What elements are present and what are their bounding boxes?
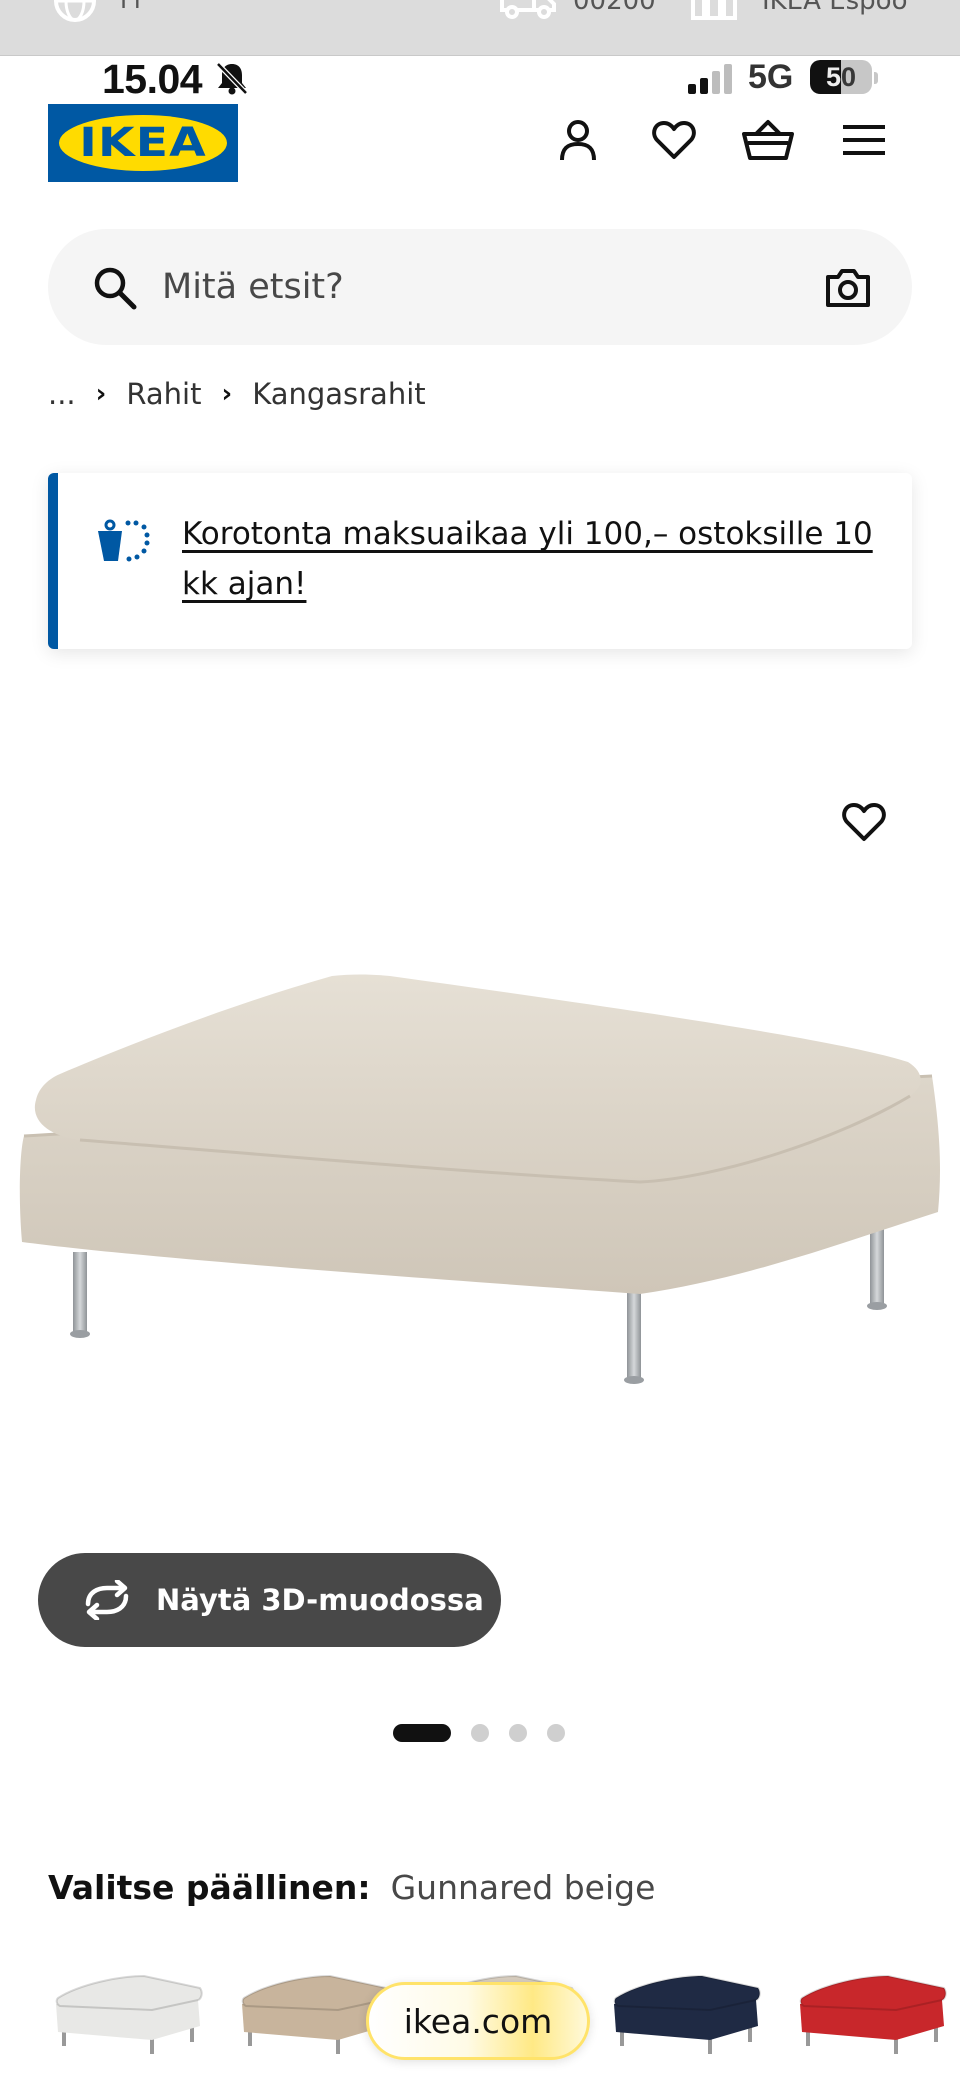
browser-url-pill[interactable]: ikea.com <box>366 1982 590 2060</box>
breadcrumb-item-rahit[interactable]: Rahit <box>126 377 201 411</box>
breadcrumb: ... › Rahit › Kangasrahit <box>48 372 426 416</box>
chevron-right-icon: › <box>221 379 233 409</box>
carousel-dot[interactable] <box>547 1724 565 1742</box>
carousel-dot[interactable] <box>471 1724 489 1742</box>
battery-tip <box>874 72 878 84</box>
menu-icon[interactable] <box>836 112 892 168</box>
battery-indicator: 50 <box>810 60 872 94</box>
top-info-bar: FI 00200 IKEA Espoo <box>0 0 960 56</box>
status-bar: 15.04 5G 50 <box>0 56 960 102</box>
cover-label: Valitse päällinen: <box>48 1868 371 1907</box>
network-type: 5G <box>748 58 794 96</box>
search-bar[interactable] <box>48 229 912 345</box>
piggy-bank-icon <box>98 519 150 562</box>
breadcrumb-item-kangasrahit[interactable]: Kangasrahit <box>252 377 425 411</box>
signal-bars-icon <box>688 64 732 94</box>
cover-selection: Valitse päällinen: Gunnared beige <box>48 1868 655 1907</box>
bell-slash-icon <box>216 62 248 95</box>
search-icon[interactable] <box>92 265 138 311</box>
cover-swatch[interactable] <box>608 1960 768 2080</box>
promo-text[interactable]: Korotonta maksuaikaa yli 100,– ostoksill… <box>182 509 892 609</box>
chevron-right-icon: › <box>95 379 107 409</box>
truck-icon[interactable] <box>500 0 556 20</box>
cover-value: Gunnared beige <box>390 1868 656 1907</box>
heart-icon[interactable] <box>646 112 702 168</box>
breadcrumb-ellipsis[interactable]: ... <box>48 377 76 411</box>
promo-banner[interactable]: Korotonta maksuaikaa yli 100,– ostoksill… <box>48 473 912 649</box>
status-time: 15.04 <box>102 56 203 102</box>
ikea-logo[interactable]: IKEA <box>48 104 238 182</box>
carousel-dot[interactable] <box>509 1724 527 1742</box>
store-icon[interactable] <box>690 0 738 20</box>
view-3d-label: Näytä 3D-muodossa <box>156 1583 484 1617</box>
logo-text: IKEA <box>79 120 207 166</box>
product-image[interactable] <box>0 950 960 1450</box>
user-icon[interactable] <box>550 112 606 168</box>
logo-oval: IKEA <box>59 115 227 171</box>
view-3d-button[interactable]: Näytä 3D-muodossa <box>38 1553 501 1647</box>
favorite-heart-icon[interactable] <box>836 794 892 850</box>
search-input[interactable] <box>162 257 762 317</box>
globe-icon[interactable] <box>52 0 98 24</box>
language-code[interactable]: FI <box>120 0 141 14</box>
camera-icon[interactable] <box>824 263 872 311</box>
rotate-icon <box>85 1580 129 1620</box>
battery-percent: 50 <box>825 62 857 92</box>
carousel-indicator <box>393 1723 585 1743</box>
postal-code[interactable]: 00200 <box>573 0 656 16</box>
store-name[interactable]: IKEA Espoo <box>762 0 908 16</box>
cover-swatch[interactable] <box>794 1960 954 2080</box>
carousel-dot[interactable] <box>393 1724 451 1742</box>
basket-icon[interactable] <box>740 112 796 168</box>
cover-swatch[interactable] <box>50 1960 210 2080</box>
